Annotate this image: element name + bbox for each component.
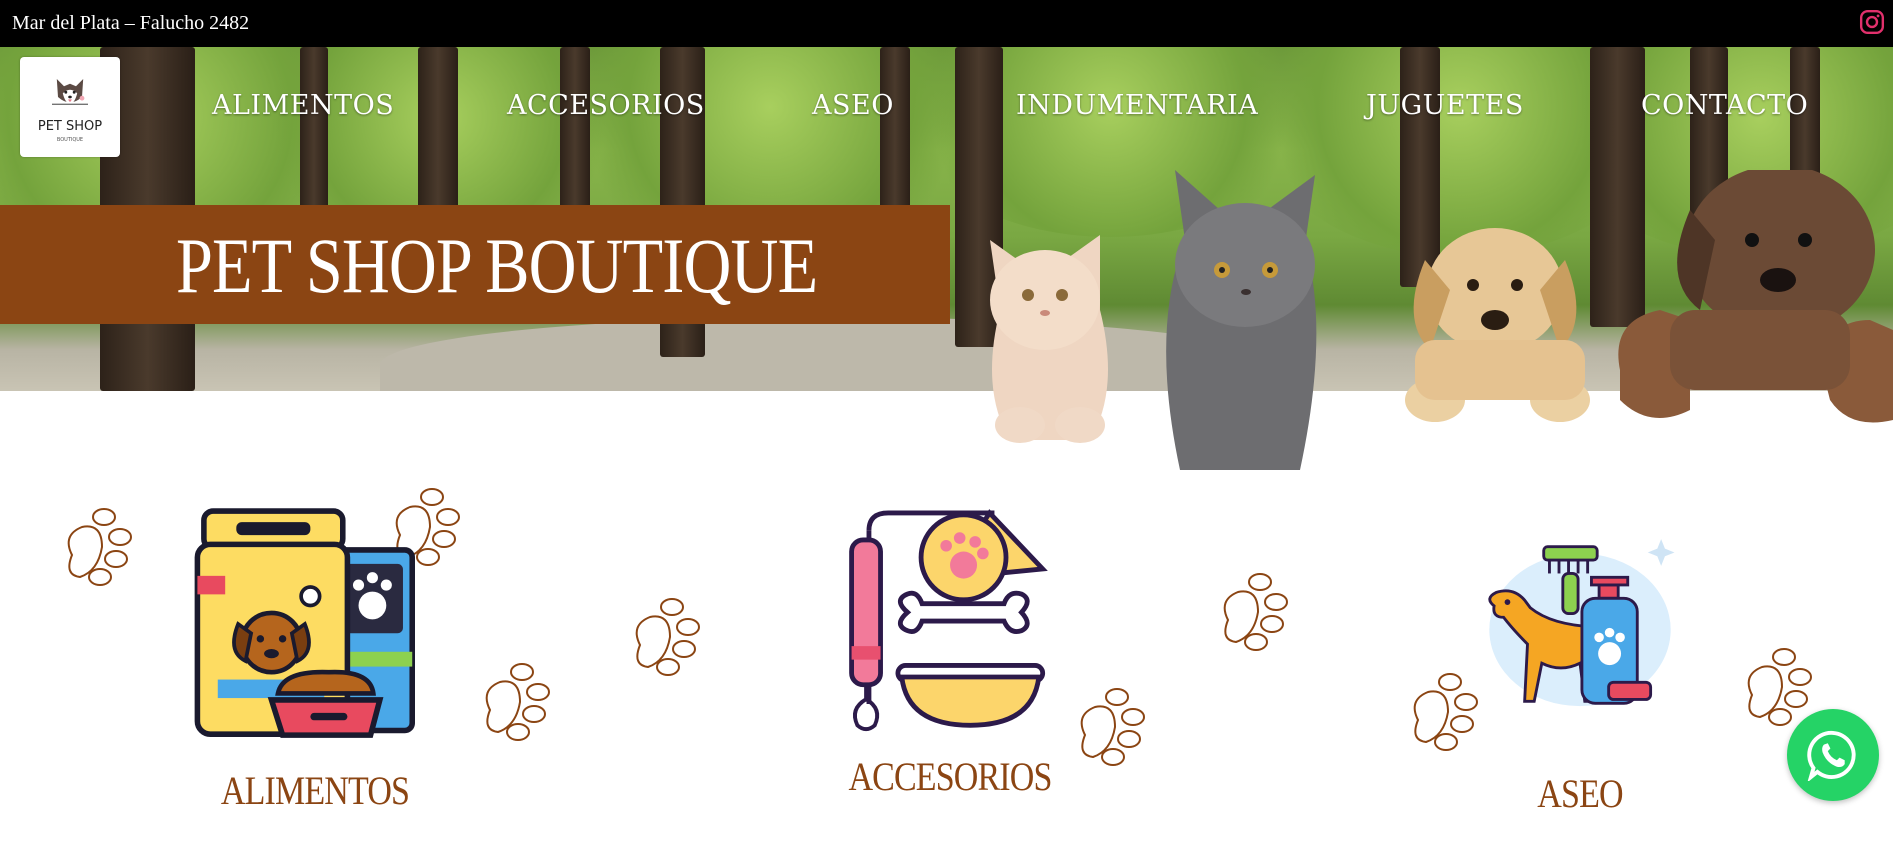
nav-item-juguetes[interactable]: JUGUETES [1366, 90, 1524, 121]
nav-item-accesorios[interactable]: ACCESORIOS [507, 90, 705, 121]
store-address: Mar del Plata – Falucho 2482 [12, 12, 250, 34]
site-logo[interactable]: PET SHOP BOUTIQUE [20, 57, 120, 157]
brown-dog-image [1618, 170, 1893, 423]
category-label: ALIMENTOS [220, 768, 410, 813]
category-aseo[interactable]: ASEO [1470, 535, 1690, 825]
category-accesorios[interactable]: ACCESORIOS [830, 508, 1070, 818]
whatsapp-icon [1807, 730, 1856, 781]
nav-item-alimentos[interactable]: ALIMENTOS [212, 90, 394, 121]
whatsapp-button[interactable] [1787, 709, 1879, 801]
hero-title-banner: PET SHOP BOUTIQUE [0, 205, 950, 324]
category-label: ACCESORIOS [848, 754, 1052, 799]
nav-item-contacto[interactable]: CONTACTO [1641, 90, 1808, 121]
husky-logo-icon [52, 79, 88, 105]
nav-item-aseo[interactable]: ASEO [812, 90, 894, 121]
instagram-icon[interactable] [1859, 9, 1885, 35]
category-alimentos[interactable]: ALIMENTOS [180, 495, 450, 825]
pet-grooming-icon [1488, 539, 1675, 707]
golden-puppy-image [1405, 228, 1590, 422]
hero-title: PET SHOP BOUTIQUE [176, 222, 818, 309]
top-bar: Mar del Plata – Falucho 2482 [0, 0, 1893, 47]
pet-food-icon [194, 508, 415, 738]
pet-accessories-icon [849, 509, 1048, 732]
logo-subtitle: BOUTIQUE [56, 137, 84, 143]
grey-kitten-image [1166, 170, 1317, 470]
nav-item-indumentaria[interactable]: INDUMENTARIA [1016, 90, 1258, 121]
category-label: ASEO [1537, 771, 1623, 816]
logo-title: PET SHOP [37, 119, 103, 134]
pets-illustration [990, 170, 1893, 470]
persian-cat-image [990, 235, 1108, 443]
